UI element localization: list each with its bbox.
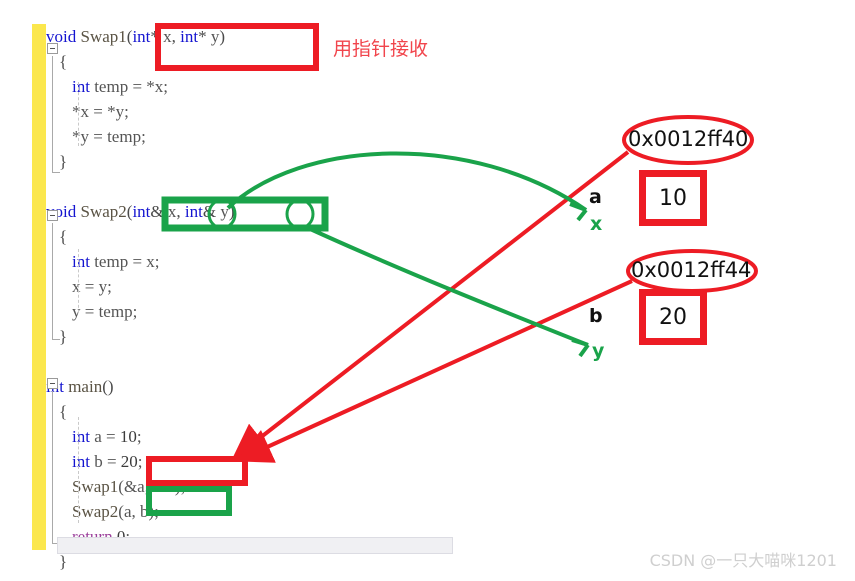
code-token: temp = x;	[94, 252, 160, 271]
code-token: 10	[119, 427, 137, 446]
variable-label-b: b	[589, 305, 603, 327]
address-label-0: 0x0012ff40	[628, 127, 749, 151]
code-token: {	[59, 52, 68, 71]
screenshot-root: void Swap1(int* x, int* y){int temp = *x…	[0, 0, 855, 581]
horizontal-scrollbar[interactable]	[57, 537, 453, 554]
code-line: }	[59, 324, 67, 349]
code-line: *y = temp;	[72, 124, 146, 149]
code-token: int	[72, 452, 95, 471]
code-token: Swap2	[80, 202, 127, 221]
code-token: *y = temp;	[72, 127, 146, 146]
code-token: ;	[136, 427, 142, 446]
indent-guide-swap2	[78, 249, 79, 313]
code-token: ,	[176, 202, 185, 221]
code-token: ,	[171, 27, 181, 46]
code-token: &	[202, 202, 221, 221]
variable-label-a: a	[589, 186, 602, 208]
code-token: a =	[94, 427, 120, 446]
region-bracket-main	[52, 391, 60, 544]
code-token: )	[219, 27, 226, 46]
code-line: int a = 10;	[72, 424, 142, 449]
indent-guide-main	[78, 417, 79, 523]
code-token: (&a, &b);	[118, 477, 186, 496]
code-token: ;	[137, 452, 143, 471]
code-line: Swap1(&a, &b);	[72, 474, 185, 499]
code-token: int	[132, 27, 151, 46]
code-token: int	[72, 252, 95, 271]
chinese-annotation-note: 用指针接收	[333, 38, 429, 60]
code-token: ()	[102, 377, 114, 396]
code-token: *	[198, 27, 211, 46]
region-bracket-swap2	[52, 223, 60, 340]
arrowhead-param-y	[571, 338, 590, 358]
code-token: y = temp;	[72, 302, 138, 321]
code-token: *x = *y;	[72, 102, 129, 121]
code-token: int	[180, 27, 199, 46]
collapse-toggle-swap2[interactable]	[47, 210, 58, 221]
code-line: void Swap1(int* x, int* y)	[46, 24, 225, 49]
code-line: int temp = x;	[72, 249, 160, 274]
value-box-b: 20	[639, 289, 707, 345]
code-token: }	[59, 327, 68, 346]
code-token: }	[59, 552, 68, 571]
reference-label-y: y	[592, 340, 605, 362]
indent-guide-swap1	[78, 82, 79, 146]
code-token: temp = *x;	[94, 77, 169, 96]
region-bracket-swap1	[52, 56, 60, 173]
editor-change-bar	[32, 24, 46, 550]
code-editor-text[interactable]: void Swap1(int* x, int* y){int temp = *x…	[46, 24, 446, 571]
address-label-1: 0x0012ff44	[631, 258, 752, 282]
collapse-toggle-swap1[interactable]	[47, 43, 58, 54]
code-token: {	[59, 402, 68, 421]
code-token: 20	[120, 452, 138, 471]
code-token: &	[150, 202, 168, 221]
code-token: }	[59, 152, 68, 171]
code-token: *	[150, 27, 164, 46]
code-token: int	[72, 77, 95, 96]
code-token: {	[59, 227, 68, 246]
code-token: int	[132, 202, 151, 221]
value-box-a: 10	[639, 170, 707, 226]
code-line: {	[59, 224, 67, 249]
code-line: {	[59, 399, 67, 424]
code-token: )	[228, 202, 235, 221]
arrowhead-param-x	[569, 202, 588, 222]
code-token: int	[184, 202, 203, 221]
code-line: *x = *y;	[72, 99, 129, 124]
code-line: {	[59, 49, 67, 74]
code-token: Swap1	[80, 27, 127, 46]
code-line: int b = 20;	[72, 449, 143, 474]
code-token: int	[72, 427, 95, 446]
code-line: }	[59, 149, 67, 174]
code-line: Swap2(a, b);	[72, 499, 159, 524]
code-token: x	[163, 27, 172, 46]
csdn-watermark: CSDN @一只大喵咪1201	[649, 551, 837, 570]
code-line: y = temp;	[72, 299, 137, 324]
collapse-toggle-main[interactable]	[47, 378, 58, 389]
code-token: main	[68, 377, 103, 396]
code-token: b =	[94, 452, 121, 471]
code-token: (a, b);	[118, 502, 159, 521]
code-line: void Swap2(int& x, int& y)	[46, 199, 234, 224]
code-line: int temp = *x;	[72, 74, 168, 99]
code-token: y	[220, 202, 229, 221]
reference-label-x: x	[590, 213, 603, 235]
